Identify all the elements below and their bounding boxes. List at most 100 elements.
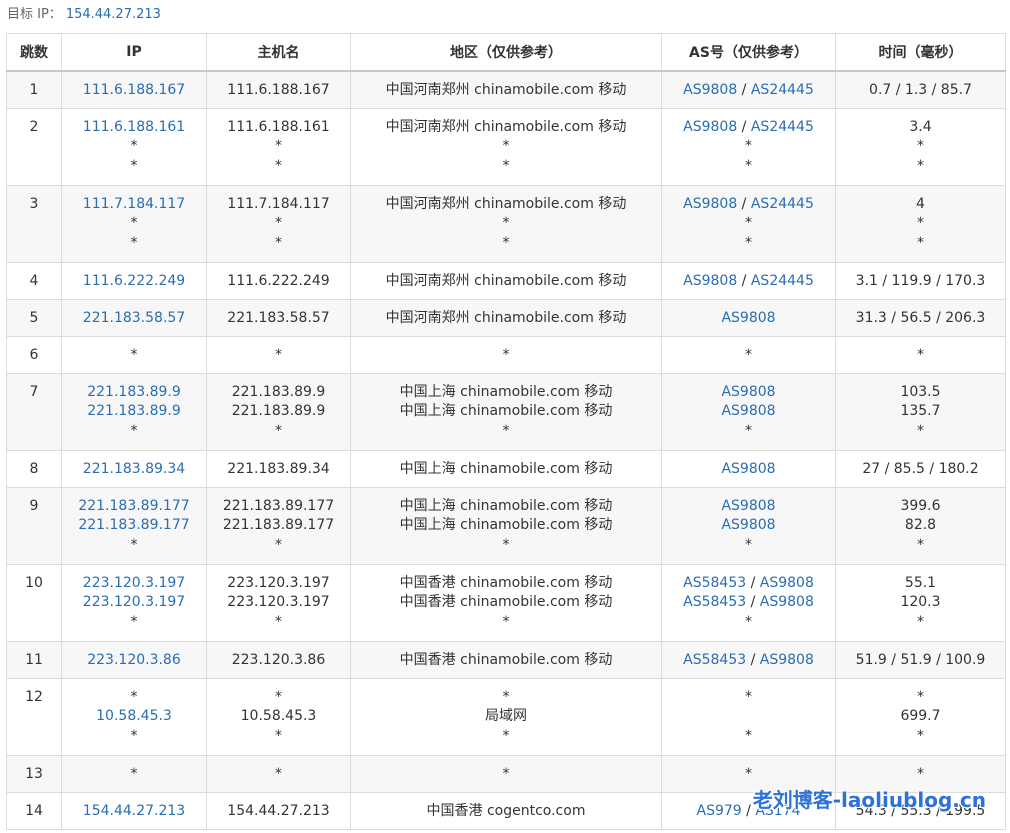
region-cell: 中国河南郑州 chinamobile.com 移动 bbox=[350, 298, 662, 337]
ip-link[interactable]: 10.58.45.3 bbox=[96, 708, 172, 724]
as-link[interactable]: AS9808 bbox=[721, 461, 775, 477]
ip-link[interactable]: 154.44.27.213 bbox=[83, 803, 185, 819]
hostname-line: 221.183.89.9 bbox=[231, 383, 326, 400]
as-link[interactable]: AS9808 bbox=[721, 517, 775, 533]
region-line: 中国香港 cogentco.com bbox=[426, 802, 586, 819]
as-link[interactable]: AS24445 bbox=[751, 196, 814, 212]
ip-link[interactable]: 223.120.3.86 bbox=[87, 652, 181, 668]
as-cell: * * bbox=[661, 677, 836, 756]
as-link[interactable]: AS9808 bbox=[721, 384, 775, 400]
region-line: * bbox=[502, 613, 510, 630]
as-link[interactable]: AS24445 bbox=[751, 273, 814, 289]
hostname-line: 223.120.3.197 bbox=[227, 594, 330, 611]
as-line: AS58453 / AS9808 bbox=[662, 574, 835, 594]
hop-number-cell: 7 bbox=[6, 372, 62, 451]
ip-line: 221.183.89.177 bbox=[62, 516, 206, 536]
as-link[interactable]: AS9808 bbox=[683, 273, 737, 289]
as-link[interactable]: AS9808 bbox=[683, 196, 737, 212]
time-cell: 51.9 / 51.9 / 100.9 bbox=[835, 640, 1006, 679]
ip-cell: 221.183.89.9 221.183.89.9 * bbox=[61, 372, 207, 451]
as-line: AS9808 bbox=[662, 460, 835, 480]
hostname-line: 111.7.184.117 bbox=[227, 195, 330, 212]
region-line: 中国河南郑州 chinamobile.com 移动 bbox=[385, 272, 627, 289]
ip-link[interactable]: 111.7.184.117 bbox=[83, 196, 185, 212]
as-line: AS9808 bbox=[662, 516, 835, 536]
ip-link[interactable]: 221.183.89.177 bbox=[78, 517, 189, 533]
ip-line: 111.6.188.161 bbox=[62, 118, 206, 138]
ip-line: 221.183.89.34 bbox=[62, 460, 206, 480]
region-line: * bbox=[502, 422, 510, 439]
ip-link[interactable]: 223.120.3.197 bbox=[83, 575, 185, 591]
ip-link[interactable]: 221.183.58.57 bbox=[83, 310, 185, 326]
as-link[interactable]: AS24445 bbox=[751, 82, 814, 98]
column-header-hop: 跳数 bbox=[6, 33, 62, 72]
time-cell: 27 / 85.5 / 180.2 bbox=[835, 449, 1006, 488]
hop-number-cell: 12 bbox=[6, 677, 62, 756]
hop-number-cell: 5 bbox=[6, 298, 62, 337]
as-cell: AS58453 / AS9808 bbox=[661, 640, 836, 679]
as-value: * bbox=[745, 727, 752, 744]
region-cell: 中国上海 chinamobile.com 移动 中国上海 chinamobile.… bbox=[350, 372, 662, 451]
hostname-cell: * bbox=[206, 335, 351, 374]
as-link[interactable]: AS58453 bbox=[683, 652, 746, 668]
hostname-line: * bbox=[275, 688, 282, 705]
ip-link[interactable]: 221.183.89.9 bbox=[87, 384, 181, 400]
hostname-line: * bbox=[275, 215, 282, 232]
time-line: * bbox=[917, 613, 924, 630]
as-line: AS9808 / AS24445 bbox=[662, 195, 835, 215]
hostname-cell: * bbox=[206, 754, 351, 793]
as-link[interactable]: AS58453 bbox=[683, 575, 746, 591]
as-cell: AS9808 AS9808 * bbox=[661, 486, 836, 565]
as-link[interactable]: AS58453 bbox=[683, 594, 746, 610]
region-line: 中国河南郑州 chinamobile.com 移动 bbox=[385, 309, 627, 326]
ip-line: * bbox=[130, 765, 138, 782]
as-link[interactable]: AS9808 bbox=[721, 498, 775, 514]
as-line: * bbox=[662, 727, 835, 747]
hostname-line: 221.183.58.57 bbox=[227, 309, 330, 326]
hostname-line: * bbox=[275, 422, 282, 439]
time-line: * bbox=[917, 727, 924, 744]
hostname-line: * bbox=[275, 727, 282, 744]
hostname-line: * bbox=[275, 234, 282, 251]
ip-link[interactable]: 111.6.188.167 bbox=[83, 82, 185, 98]
time-cell: 31.3 / 56.5 / 206.3 bbox=[835, 298, 1006, 337]
column-header-ip: IP bbox=[61, 33, 207, 72]
table-row: 9 221.183.89.177 221.183.89.177 * 221.183.89… bbox=[6, 486, 1006, 565]
ip-cell: 221.183.58.57 bbox=[61, 298, 207, 337]
ip-link[interactable]: 221.183.89.9 bbox=[87, 403, 181, 419]
hostname-line: * bbox=[275, 536, 282, 553]
as-value: * bbox=[745, 157, 752, 174]
ip-link[interactable]: 223.120.3.197 bbox=[83, 594, 185, 610]
as-link[interactable]: AS979 bbox=[697, 803, 742, 819]
hop-number-cell: 14 bbox=[6, 791, 62, 830]
time-line: 135.7 bbox=[900, 403, 941, 420]
hostname-cell: 221.183.89.34 bbox=[206, 449, 351, 488]
table-row: 10 223.120.3.197 223.120.3.197 * 223.120.3.1… bbox=[6, 563, 1006, 642]
as-line: * bbox=[662, 765, 835, 785]
ip-line: * bbox=[130, 157, 138, 174]
hostname-cell: 154.44.27.213 bbox=[206, 791, 351, 830]
ip-link[interactable]: 221.183.89.177 bbox=[78, 498, 189, 514]
as-link[interactable]: AS9808 bbox=[760, 652, 814, 668]
as-line: * bbox=[662, 234, 835, 254]
as-link[interactable]: AS9808 bbox=[721, 310, 775, 326]
as-link[interactable]: AS9808 bbox=[721, 403, 775, 419]
region-line: 中国河南郑州 chinamobile.com 移动 bbox=[385, 118, 627, 135]
region-cell: * bbox=[350, 335, 662, 374]
as-separator: / bbox=[746, 594, 760, 611]
time-line: * bbox=[917, 346, 924, 363]
ip-link[interactable]: 221.183.89.34 bbox=[83, 461, 185, 477]
ip-link[interactable]: 111.6.222.249 bbox=[83, 273, 185, 289]
as-link[interactable]: AS9808 bbox=[683, 82, 737, 98]
watermark-text: 老刘博客-laoliublog.cn bbox=[752, 788, 986, 812]
ip-link[interactable]: 111.6.188.161 bbox=[83, 119, 185, 135]
as-link[interactable]: AS9808 bbox=[760, 594, 814, 610]
as-link[interactable]: AS24445 bbox=[751, 119, 814, 135]
hostname-cell: 223.120.3.86 bbox=[206, 640, 351, 679]
hostname-line: 221.183.89.34 bbox=[227, 460, 330, 477]
column-header-region: 地区（仅供参考） bbox=[350, 33, 662, 72]
time-line: * bbox=[917, 688, 924, 705]
as-link[interactable]: AS9808 bbox=[760, 575, 814, 591]
hostname-line: 221.183.89.177 bbox=[222, 517, 335, 534]
as-link[interactable]: AS9808 bbox=[683, 119, 737, 135]
